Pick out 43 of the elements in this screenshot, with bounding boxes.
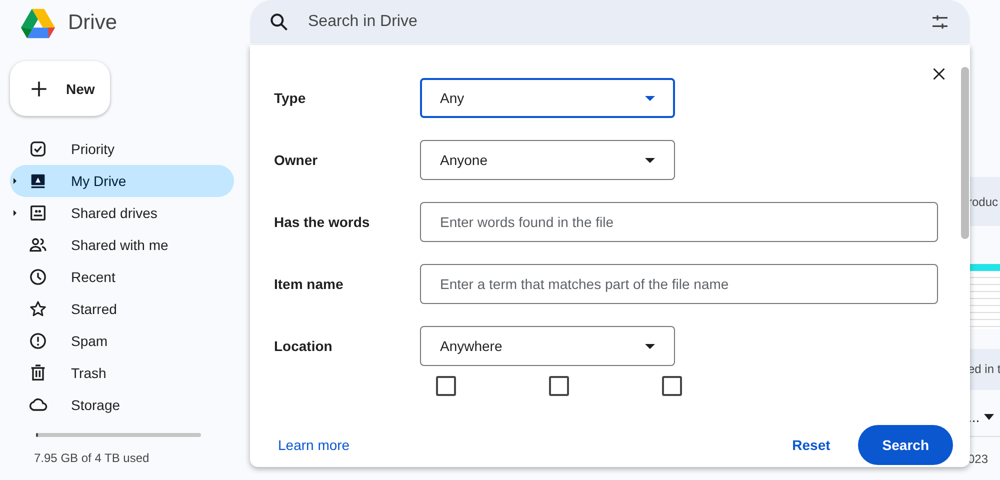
search-button[interactable]: Search xyxy=(858,425,953,465)
field-label: Item name xyxy=(274,276,344,292)
scrollbar-thumb[interactable] xyxy=(961,67,969,239)
file-thumbnail xyxy=(968,264,1000,329)
caret-icon xyxy=(645,96,655,100)
warning-icon xyxy=(28,331,48,351)
reset-button[interactable]: Reset xyxy=(780,425,842,465)
app-name: Drive xyxy=(68,11,118,35)
star-icon xyxy=(28,299,48,319)
checkbox[interactable] xyxy=(436,376,456,396)
shared-drives-icon xyxy=(28,203,48,223)
new-button[interactable]: New xyxy=(10,61,110,116)
caret-icon xyxy=(984,414,994,420)
sidebar-item[interactable]: Shared with me xyxy=(10,229,234,261)
sidebar-item[interactable]: My Drive xyxy=(10,165,234,197)
dropdown[interactable]: Anywhere xyxy=(420,326,675,366)
sidebar-item[interactable]: Spam xyxy=(10,325,234,357)
field-label: Owner xyxy=(274,152,319,168)
input-field[interactable]: Enter a term that matches part of the file name xyxy=(420,264,938,304)
storage-text: 7.95 GB of 4 TB used xyxy=(34,451,150,465)
field-label: Has the words xyxy=(274,214,371,230)
sidebar-item[interactable]: Storage xyxy=(10,389,234,421)
sidebar-item[interactable]: Priority xyxy=(10,133,234,165)
search-icon xyxy=(268,10,290,33)
checkbox[interactable] xyxy=(662,376,682,396)
dropdown[interactable]: Any xyxy=(420,78,675,118)
search-bar[interactable]: Search in Drive xyxy=(250,0,970,44)
caret-icon xyxy=(645,158,655,162)
sidebar-item[interactable]: Shared drives xyxy=(10,197,234,229)
search-field[interactable]: Search in Drive xyxy=(306,12,914,32)
sidebar-item[interactable]: Starred xyxy=(10,293,234,325)
field-label: Location xyxy=(274,338,334,354)
drive-logo-icon xyxy=(20,6,56,40)
checkbox-icon xyxy=(28,139,48,159)
dropdown[interactable]: Anyone xyxy=(420,140,675,180)
sidebar-item[interactable]: Recent xyxy=(10,261,234,293)
caret-icon xyxy=(645,344,655,348)
checkbox[interactable] xyxy=(549,376,569,396)
sidebar-item[interactable]: Trash xyxy=(10,357,234,389)
input-field[interactable]: Enter words found in the file xyxy=(420,202,938,242)
clock-icon xyxy=(28,267,48,287)
learn-more-link[interactable]: Learn more xyxy=(278,437,350,453)
field-label: Type xyxy=(274,90,307,106)
